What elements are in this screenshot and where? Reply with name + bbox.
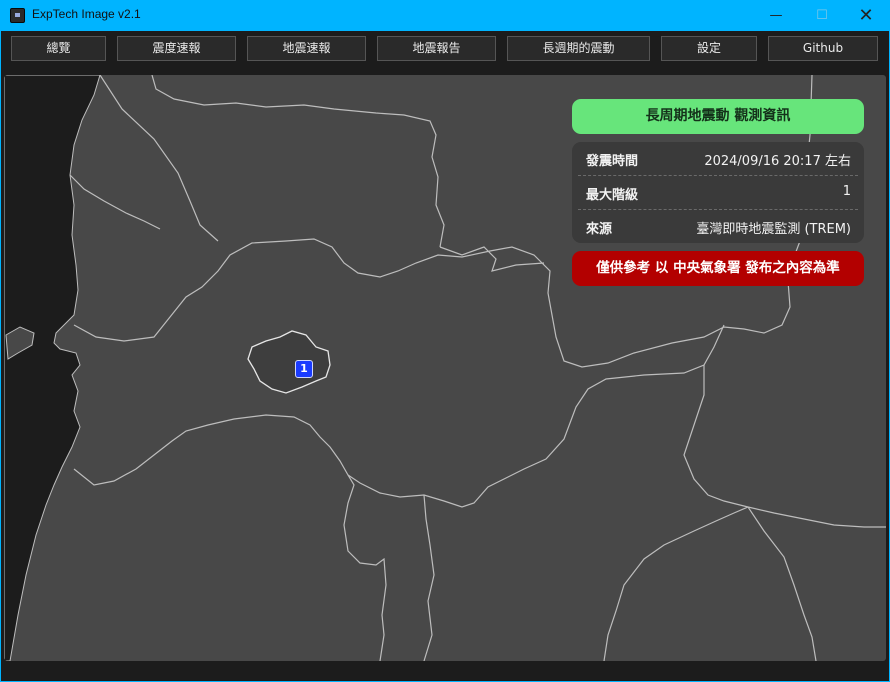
border-southeast-2 [747,506,817,661]
border-far-west [99,75,219,242]
close-button[interactable]: ✕ [843,0,889,31]
border-west-upper [69,174,161,230]
border-central [73,414,387,661]
tab-overview-button[interactable]: 總覽 [11,36,106,61]
border-east-lower [683,365,886,528]
info-panel: 發震時間 2024/09/16 20:17 左右 最大階級 1 來源 臺灣即時地… [572,142,864,243]
info-key: 最大階級 [586,188,639,203]
window-title: ExpTech Image v2.1 [32,7,141,21]
info-row-source: 來源 臺灣即時地震監測 (TREM) [586,210,851,244]
info-key: 來源 [586,222,613,237]
minimize-button[interactable]: — [753,0,799,31]
tab-earthquake-alert-button[interactable]: 地震速報 [247,36,366,61]
disclaimer-banner: 僅供參考 以 中央氣象署 發布之內容為準 [572,251,864,286]
tab-long-period-button[interactable]: 長週期的震動 [507,36,650,61]
panel-title: 長周期地震動 觀測資訊 [572,99,864,134]
info-value: 2024/09/16 20:17 左右 [704,154,851,169]
tab-intensity-report-button[interactable]: 震度速報 [117,36,236,61]
title-bar[interactable]: ExpTech Image v2.1 — ☐ ✕ [1,0,889,31]
app-window: ExpTech Image v2.1 — ☐ ✕ 總覽 震度速報 地震速報 地震… [1,0,889,681]
tab-settings-button[interactable]: 設定 [661,36,757,61]
highlighted-district [247,330,331,394]
border-south [423,494,435,661]
info-key: 發震時間 [586,154,639,169]
tab-earthquake-report-button[interactable]: 地震報告 [377,36,496,61]
info-row-time: 發震時間 2024/09/16 20:17 左右 [586,142,851,176]
intensity-marker[interactable]: 1 [295,360,313,378]
toolbar: 總覽 震度速報 地震速報 地震報告 長週期的震動 設定 Github [1,31,889,70]
maximize-button[interactable]: ☐ [799,0,845,31]
info-row-max-level: 最大階級 1 [586,176,851,210]
border-north [151,75,445,248]
info-value: 1 [842,184,851,199]
border-south-central [347,324,725,508]
status-bar [4,661,886,679]
tab-github-button[interactable]: Github [768,36,878,61]
app-icon [10,8,25,23]
border-southeast-1 [603,506,749,661]
info-value: 臺灣即時地震監測 (TREM) [696,222,851,237]
sea-area [4,75,101,661]
